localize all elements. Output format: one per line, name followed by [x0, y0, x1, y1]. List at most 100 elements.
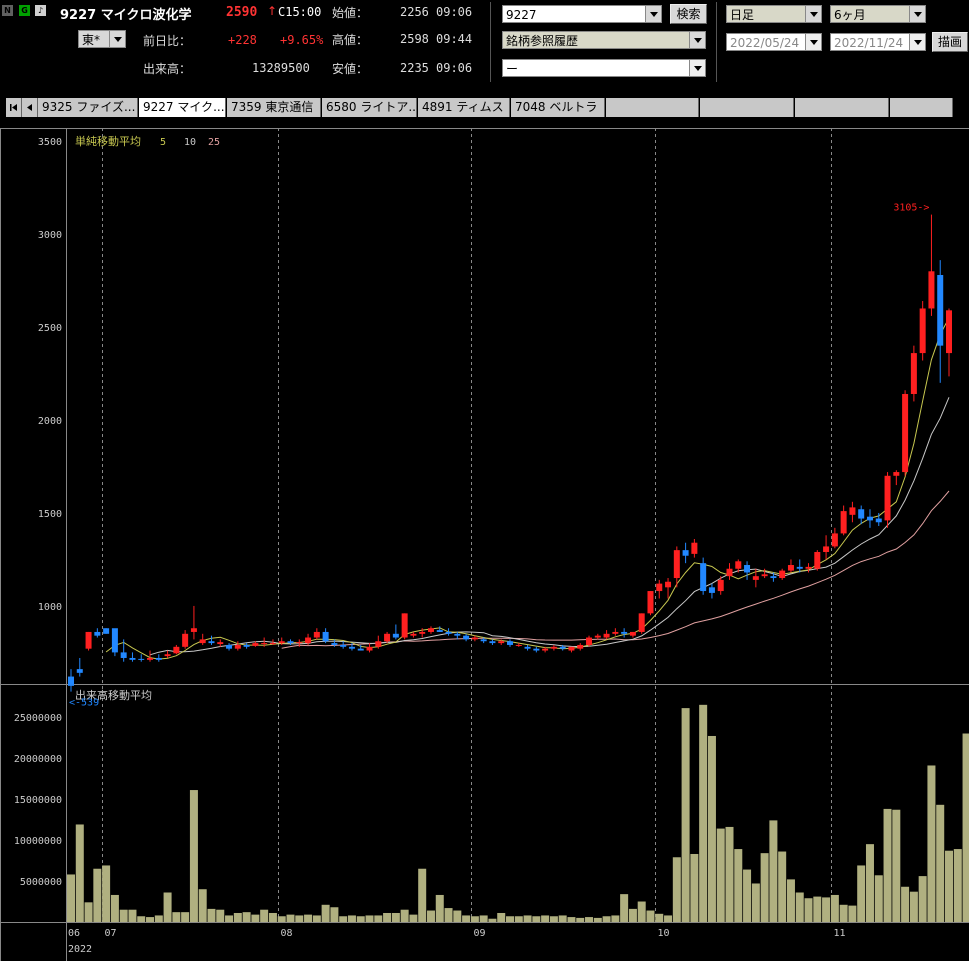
tab-7[interactable] [606, 98, 699, 117]
candle-body [726, 568, 733, 577]
volume-bar [839, 904, 848, 922]
candle-body [427, 628, 434, 632]
stock-chart[interactable]: 3500 3000 2500 2000 1500 1000 25000000 20000000… [0, 128, 969, 961]
change-label: 前日比： [143, 34, 192, 48]
history-select[interactable]: 銘柄参照履歴 [502, 31, 706, 49]
tab-9[interactable] [795, 98, 889, 117]
volume-bar [260, 909, 269, 922]
candle-body [700, 563, 707, 592]
candle-body [445, 631, 452, 634]
draw-button[interactable]: 描画 [932, 32, 968, 52]
volume-bar [479, 915, 488, 922]
candle-body [463, 635, 470, 640]
market-select[interactable]: 東* [78, 30, 126, 48]
candle-body [937, 275, 944, 346]
ma-legend-10: 10 [184, 137, 196, 148]
to-date-field[interactable]: 2022/11/24 [830, 33, 926, 51]
candle-body [103, 628, 110, 634]
first-tab-icon[interactable] [6, 98, 22, 117]
tab-2[interactable]: 9227 マイク... [139, 98, 226, 117]
tab-5[interactable]: 4891 ティムス [418, 98, 510, 117]
volume-bar [506, 916, 514, 922]
candle-body [182, 633, 189, 647]
candle-body [866, 516, 873, 521]
volume-bar [646, 910, 655, 922]
volume-bar [804, 898, 813, 922]
volume-bar [865, 844, 874, 922]
chevron-down-icon[interactable] [805, 6, 821, 22]
volume-bar [295, 915, 304, 922]
candle-body [884, 475, 891, 521]
volume-bar [233, 912, 242, 922]
candle-body [796, 566, 803, 569]
volume-bar [848, 905, 857, 922]
volume-bar [593, 917, 602, 922]
from-date-field[interactable]: 2022/05/24 [726, 33, 822, 51]
chevron-down-icon[interactable] [805, 34, 821, 50]
range-select[interactable]: 6ヶ月 [830, 5, 926, 23]
month-label: 11 [834, 928, 846, 939]
tab-8[interactable] [700, 98, 794, 117]
candle-body [893, 472, 900, 476]
volume-bar [874, 875, 883, 922]
volume-bar [953, 849, 962, 922]
n-icon[interactable]: N [2, 5, 13, 16]
chevron-down-icon[interactable] [909, 34, 925, 50]
volume-bar [110, 894, 119, 922]
third-select[interactable]: ー [502, 59, 706, 77]
candle-body [735, 561, 742, 569]
code-value: 9227 [506, 8, 537, 22]
chevron-down-icon[interactable] [909, 6, 925, 22]
volume-bar [795, 892, 804, 922]
volume-bar [681, 708, 690, 922]
chevron-down-icon[interactable] [645, 6, 661, 22]
candle-body [761, 574, 768, 577]
candle-body [928, 271, 935, 309]
volume-bar [822, 897, 831, 922]
candle-body [779, 570, 786, 579]
candle-body [550, 646, 557, 649]
volume-bar [778, 851, 787, 922]
candle-body [305, 637, 312, 644]
prev-tab-icon[interactable] [22, 98, 38, 117]
tab-4[interactable]: 6580 ライトア... [322, 98, 417, 117]
candle-body [515, 644, 522, 646]
candle-body [533, 648, 540, 651]
candle-body [858, 509, 865, 519]
candle-body [910, 353, 917, 394]
low-time: 09:06 [436, 61, 473, 75]
interval-select[interactable]: 日足 [726, 5, 822, 23]
tab-6[interactable]: 7048 ベルトラ [511, 98, 605, 117]
tab-3[interactable]: 7359 東京通信 [227, 98, 321, 117]
bell-icon[interactable]: ♪ [35, 5, 46, 16]
volume-bar [128, 909, 137, 922]
month-label: 10 [658, 928, 670, 939]
volume-bar [909, 891, 918, 922]
g-icon[interactable]: G [19, 5, 30, 16]
high-annotation: 3105-> [893, 203, 929, 214]
chevron-down-icon[interactable] [689, 32, 705, 48]
high-label: 高値： [332, 33, 369, 47]
volume-bar [462, 915, 471, 922]
candle-body [366, 646, 373, 651]
price-tick-label: 2000 [38, 416, 62, 427]
candle-body [313, 631, 320, 638]
chevron-down-icon[interactable] [689, 60, 705, 76]
volume-bar [830, 894, 839, 922]
candle-body [68, 676, 74, 686]
tab-1[interactable]: 9325 ファイズ... [38, 98, 138, 117]
year-label: 2022 [68, 944, 92, 955]
search-button[interactable]: 検索 [670, 4, 707, 24]
ma-line-25 [281, 490, 950, 649]
code-input[interactable]: 9227 [502, 5, 662, 23]
candle-body [603, 633, 610, 638]
candle-body [524, 646, 531, 649]
volume-bar [541, 915, 550, 922]
divider [716, 2, 717, 82]
volume-bar [936, 804, 945, 922]
volume-tick-label: 15000000 [14, 795, 62, 806]
volume-tick-label: 5000000 [20, 877, 62, 888]
price-tick-label: 2500 [38, 323, 62, 334]
tab-10[interactable] [890, 98, 953, 117]
candle-body [226, 644, 233, 649]
